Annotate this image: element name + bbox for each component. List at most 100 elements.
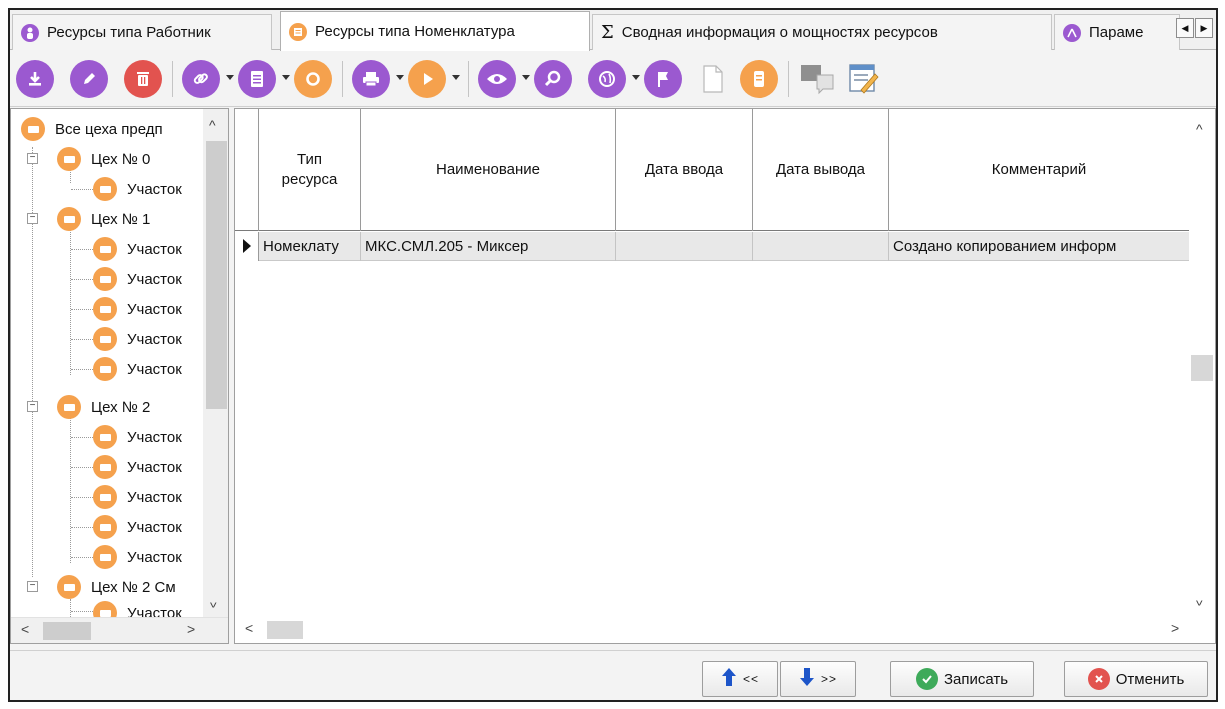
scroll-down-arrow-icon[interactable]: ^: [1196, 593, 1203, 609]
collapse-icon[interactable]: −: [27, 213, 38, 224]
column-header-date-in[interactable]: Дата ввода: [616, 109, 753, 231]
section-icon: [93, 515, 117, 539]
scroll-document-icon[interactable]: [740, 60, 778, 98]
tree-root-all-workshops[interactable]: Все цеха предп: [21, 115, 163, 143]
tree-item-section[interactable]: Участок: [93, 265, 182, 293]
tab-nomenclature[interactable]: Ресурсы типа Номенклатура: [280, 11, 590, 51]
cell-date-out[interactable]: [753, 232, 889, 261]
tree-item-section[interactable]: Участок: [93, 423, 182, 451]
tree-item-section[interactable]: Участок: [93, 355, 182, 383]
view-dropdown-caret-icon[interactable]: [522, 75, 530, 80]
globe-dropdown-caret-icon[interactable]: [632, 75, 640, 80]
grid-horizontal-scroll-thumb[interactable]: [267, 621, 303, 639]
table-row[interactable]: Номеклату МКС.СМЛ.205 - Миксер Создано к…: [235, 232, 1189, 261]
flag-icon[interactable]: [644, 60, 682, 98]
tree-item-label: Участок: [127, 360, 182, 378]
move-down-label: >>: [820, 672, 837, 686]
cell-date-in[interactable]: [616, 232, 753, 261]
tab-capacity-summary[interactable]: Σ Сводная информация о мощностях ресурсо…: [592, 14, 1052, 50]
tree-item-section[interactable]: Участок: [93, 295, 182, 323]
column-header-name[interactable]: Наименование: [361, 109, 616, 231]
tree-item-workshop[interactable]: Цех № 1: [57, 205, 150, 233]
pencil-edit-icon[interactable]: [70, 60, 108, 98]
printer-icon[interactable]: [352, 60, 390, 98]
clipboard-list-icon[interactable]: [238, 60, 276, 98]
bottom-bar: << >> Записать Отменить: [10, 650, 1216, 700]
column-header-resource-type[interactable]: Тип ресурса: [259, 109, 361, 231]
tab-scroll-right-button[interactable]: ▶: [1195, 18, 1213, 38]
person-icon: [21, 23, 39, 42]
sigma-icon: Σ: [601, 22, 614, 43]
tree-item-label: Участок: [127, 240, 182, 258]
column-header-date-out[interactable]: Дата вывода: [753, 109, 889, 231]
grid-header: Тип ресурса Наименование Дата ввода Дата…: [235, 109, 1189, 231]
scroll-down-arrow-icon[interactable]: ^: [210, 595, 217, 611]
tree-item-workshop[interactable]: Цех № 0: [57, 145, 150, 173]
scroll-right-arrow-icon[interactable]: >: [1171, 620, 1179, 636]
grid-vertical-scroll-thumb[interactable]: [1191, 355, 1213, 381]
section-icon: [93, 425, 117, 449]
eye-view-icon[interactable]: [478, 60, 516, 98]
tree-item-label: Цех № 0: [91, 150, 151, 168]
row-indicator: [235, 232, 259, 261]
tree-item-section[interactable]: Участок: [93, 599, 182, 617]
download-icon[interactable]: [16, 60, 54, 98]
edit-form-icon[interactable]: [844, 60, 884, 98]
tree-horizontal-scrollbar[interactable]: < >: [11, 617, 228, 643]
tab-workers[interactable]: Ресурсы типа Работник: [12, 14, 272, 50]
workshop-icon: [57, 575, 81, 599]
collapse-icon[interactable]: −: [27, 153, 38, 164]
refresh-icon[interactable]: [294, 60, 332, 98]
scroll-left-arrow-icon[interactable]: <: [21, 621, 29, 637]
print-dropdown-caret-icon[interactable]: [396, 75, 404, 80]
tree-item-section[interactable]: Участок: [93, 483, 182, 511]
tree-item-label: Участок: [127, 300, 182, 318]
tree-item-section[interactable]: Участок: [93, 235, 182, 263]
move-down-button[interactable]: >>: [780, 661, 856, 697]
cell-comment[interactable]: Создано копированием информ: [889, 232, 1189, 261]
tree-item-workshop[interactable]: Цех № 2 См: [57, 573, 176, 601]
link-dropdown-caret-icon[interactable]: [226, 75, 234, 80]
move-up-button[interactable]: <<: [702, 661, 778, 697]
tree-item-workshop[interactable]: Цех № 2: [57, 393, 150, 421]
chat-cards-icon[interactable]: [798, 60, 840, 98]
tab-parameters[interactable]: Параме: [1054, 14, 1180, 50]
window: Ресурсы типа Работник Ресурсы типа Номен…: [8, 8, 1218, 702]
tree-item-label: Участок: [127, 548, 182, 566]
scroll-up-arrow-icon[interactable]: ^: [209, 117, 216, 133]
trash-delete-icon[interactable]: [124, 60, 162, 98]
tab-scroll-left-button[interactable]: ◀: [1176, 18, 1194, 38]
tree-item-section[interactable]: Участок: [93, 325, 182, 353]
tree-clip: Участок: [93, 599, 203, 617]
tab-label: Ресурсы типа Номенклатура: [315, 23, 515, 40]
save-button[interactable]: Записать: [890, 661, 1034, 697]
tree-item-section[interactable]: Участок: [93, 513, 182, 541]
arrow-up-icon: [721, 667, 737, 691]
cell-resource-type[interactable]: Номеклату: [259, 232, 361, 261]
link-icon[interactable]: [182, 60, 220, 98]
current-row-arrow-icon: [243, 239, 251, 253]
tree-panel: Все цеха предп − Цех № 0 Участок − Цех №…: [10, 108, 229, 644]
cancel-button[interactable]: Отменить: [1064, 661, 1208, 697]
tree-item-section[interactable]: Участок: [93, 175, 182, 203]
tree-item-section[interactable]: Участок: [93, 453, 182, 481]
tree-vertical-scroll-thumb[interactable]: [206, 141, 227, 409]
blank-document-icon[interactable]: [700, 60, 726, 98]
row-indicator-header: [235, 109, 259, 231]
scroll-left-arrow-icon[interactable]: <: [245, 620, 253, 636]
tree-horizontal-scroll-thumb[interactable]: [43, 622, 91, 640]
clipboard-dropdown-caret-icon[interactable]: [282, 75, 290, 80]
grid-horizontal-scrollbar[interactable]: < >: [235, 617, 1215, 643]
tree-item-section[interactable]: Участок: [93, 543, 182, 571]
collapse-icon[interactable]: −: [27, 581, 38, 592]
globe-icon[interactable]: [588, 60, 626, 98]
column-header-comment[interactable]: Комментарий: [889, 109, 1189, 231]
collapse-icon[interactable]: −: [27, 401, 38, 412]
tree-item-label: Участок: [127, 604, 182, 618]
scroll-right-arrow-icon[interactable]: >: [187, 621, 195, 637]
cell-name[interactable]: МКС.СМЛ.205 - Миксер: [361, 232, 616, 261]
play-run-icon[interactable]: [408, 60, 446, 98]
scroll-up-arrow-icon[interactable]: ^: [1196, 121, 1203, 137]
search-magnifier-icon[interactable]: [534, 60, 572, 98]
run-dropdown-caret-icon[interactable]: [452, 75, 460, 80]
